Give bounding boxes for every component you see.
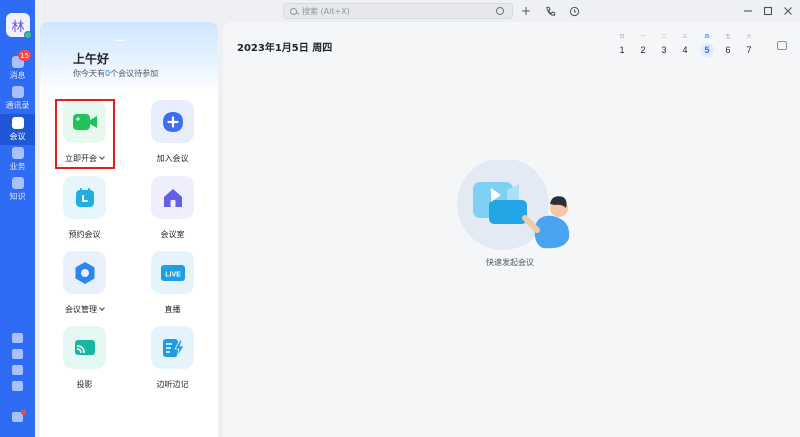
online-status-icon <box>24 31 32 39</box>
day-number: 4 <box>682 45 688 55</box>
close-button[interactable] <box>781 4 795 18</box>
contacts-icon <box>11 86 24 98</box>
meeting-management-button[interactable]: 会议管理 <box>57 251 112 315</box>
day-number: 6 <box>725 45 731 55</box>
avatar[interactable]: 林 <box>6 13 32 39</box>
quick-meeting-caption: 快速发起会议 <box>486 258 534 267</box>
sidebar-item-messages[interactable]: 15 消息 <box>0 50 35 81</box>
pen-icon[interactable] <box>12 365 23 375</box>
book-icon <box>11 177 24 189</box>
live-icon: LIVE <box>160 264 185 281</box>
mail-icon[interactable] <box>12 381 23 391</box>
history-search-icon[interactable] <box>496 7 504 15</box>
history-button[interactable] <box>567 4 581 18</box>
week-day-today[interactable]: 四5 <box>700 33 714 57</box>
weekday-label: 二 <box>661 34 667 40</box>
weekday-label: 三 <box>682 34 688 40</box>
avatar-text: 林 <box>11 19 25 35</box>
sidebar-item-meetings[interactable]: 会议 <box>0 114 35 145</box>
day-number: 2 <box>640 45 646 55</box>
day-number: 5 <box>700 43 714 57</box>
sidebar-item-business[interactable]: 业务 <box>0 147 35 172</box>
calendar-icon[interactable] <box>777 41 787 50</box>
week-day[interactable]: 三4 <box>678 33 692 57</box>
day-number: 1 <box>619 45 625 55</box>
unread-badge: 15 <box>18 50 31 61</box>
close-icon <box>784 7 792 15</box>
projection-button[interactable]: 投影 <box>57 326 112 390</box>
phone-icon <box>545 6 555 16</box>
maximize-icon <box>763 6 773 16</box>
calendar-icon <box>75 187 94 207</box>
week-day[interactable]: 五6 <box>721 33 735 57</box>
sidebar-item-label: 通讯录 <box>5 101 30 110</box>
notification-dot <box>21 410 26 415</box>
gear-icon <box>75 261 94 284</box>
week-day[interactable]: 一2 <box>636 33 650 57</box>
day-number: 7 <box>746 45 752 55</box>
add-button[interactable]: + <box>519 4 533 18</box>
day-number: 3 <box>661 45 667 55</box>
sidebar-item-label: 会议 <box>9 132 26 141</box>
call-button[interactable] <box>543 4 557 18</box>
weekday-label: 一 <box>640 34 646 40</box>
panel-header <box>40 22 218 92</box>
maximize-button[interactable] <box>761 4 775 18</box>
week-day[interactable]: 二3 <box>657 33 671 57</box>
cube-icon[interactable] <box>12 349 23 359</box>
search-placeholder: 搜索 (Alt+X) <box>302 6 350 16</box>
summary-prefix: 你今天有 <box>73 69 105 78</box>
sidebar-item-knowledge[interactable]: 知识 <box>0 177 35 202</box>
chevron-down-icon <box>99 305 105 311</box>
weekday-label: 六 <box>746 34 752 40</box>
summary-suffix: 个会议待参加 <box>110 69 159 78</box>
apps-grid-icon <box>11 147 24 159</box>
join-meeting-label: 加入会议 <box>156 154 189 163</box>
listen-and-note-button[interactable]: 边听边记 <box>145 326 200 390</box>
sidebar-item-label: 消息 <box>9 71 26 80</box>
live-stream-button[interactable]: LIVE 直播 <box>145 251 200 315</box>
week-day[interactable]: 六7 <box>742 33 756 57</box>
calendar-icon[interactable] <box>12 333 23 343</box>
live-text: LIVE <box>165 271 181 278</box>
weekday-label: 五 <box>725 34 731 40</box>
week-day[interactable]: 日1 <box>615 33 629 57</box>
meeting-summary: 你今天有0个会议待参加 <box>73 68 158 79</box>
minimize-button[interactable] <box>741 4 755 18</box>
highlight-box <box>55 99 115 169</box>
quick-meeting-illustration[interactable] <box>455 158 575 252</box>
sidebar-item-contacts[interactable]: 通讯录 <box>0 86 35 111</box>
sidebar-item-label: 业务 <box>9 162 26 171</box>
minimize-icon <box>744 10 752 12</box>
video-call-illustration-icon <box>457 158 570 250</box>
search-icon <box>290 7 297 15</box>
plus-icon <box>162 111 183 132</box>
house-icon <box>163 188 182 207</box>
meeting-icon <box>11 117 24 129</box>
schedule-meeting-button[interactable]: 预约会议 <box>57 176 112 240</box>
greeting: 上午好 <box>73 52 110 66</box>
nav-rail: 林 15 消息 通讯录 会议 业务 知识 <box>0 0 35 437</box>
sidebar-item-label: 知识 <box>9 192 26 201</box>
meeting-room-button[interactable]: 会议室 <box>145 176 200 240</box>
weekday-label: 四 <box>704 34 710 40</box>
live-stream-label: 直播 <box>164 305 181 314</box>
note-flash-icon <box>162 338 185 357</box>
schedule-meeting-label: 预约会议 <box>68 230 101 239</box>
join-meeting-button[interactable]: 加入会议 <box>145 100 200 164</box>
weekday-label: 日 <box>619 34 625 40</box>
plus-icon: + <box>520 4 532 18</box>
meeting-management-label: 会议管理 <box>65 304 105 315</box>
clock-icon <box>569 6 579 16</box>
meeting-room-label: 会议室 <box>160 230 185 239</box>
date-title: 2023年1月5日 周四 <box>237 43 333 54</box>
projection-label: 投影 <box>76 380 93 389</box>
listen-and-note-label: 边听边记 <box>156 380 189 389</box>
cast-icon <box>74 339 95 355</box>
search-input[interactable]: 搜索 (Alt+X) <box>283 3 513 19</box>
